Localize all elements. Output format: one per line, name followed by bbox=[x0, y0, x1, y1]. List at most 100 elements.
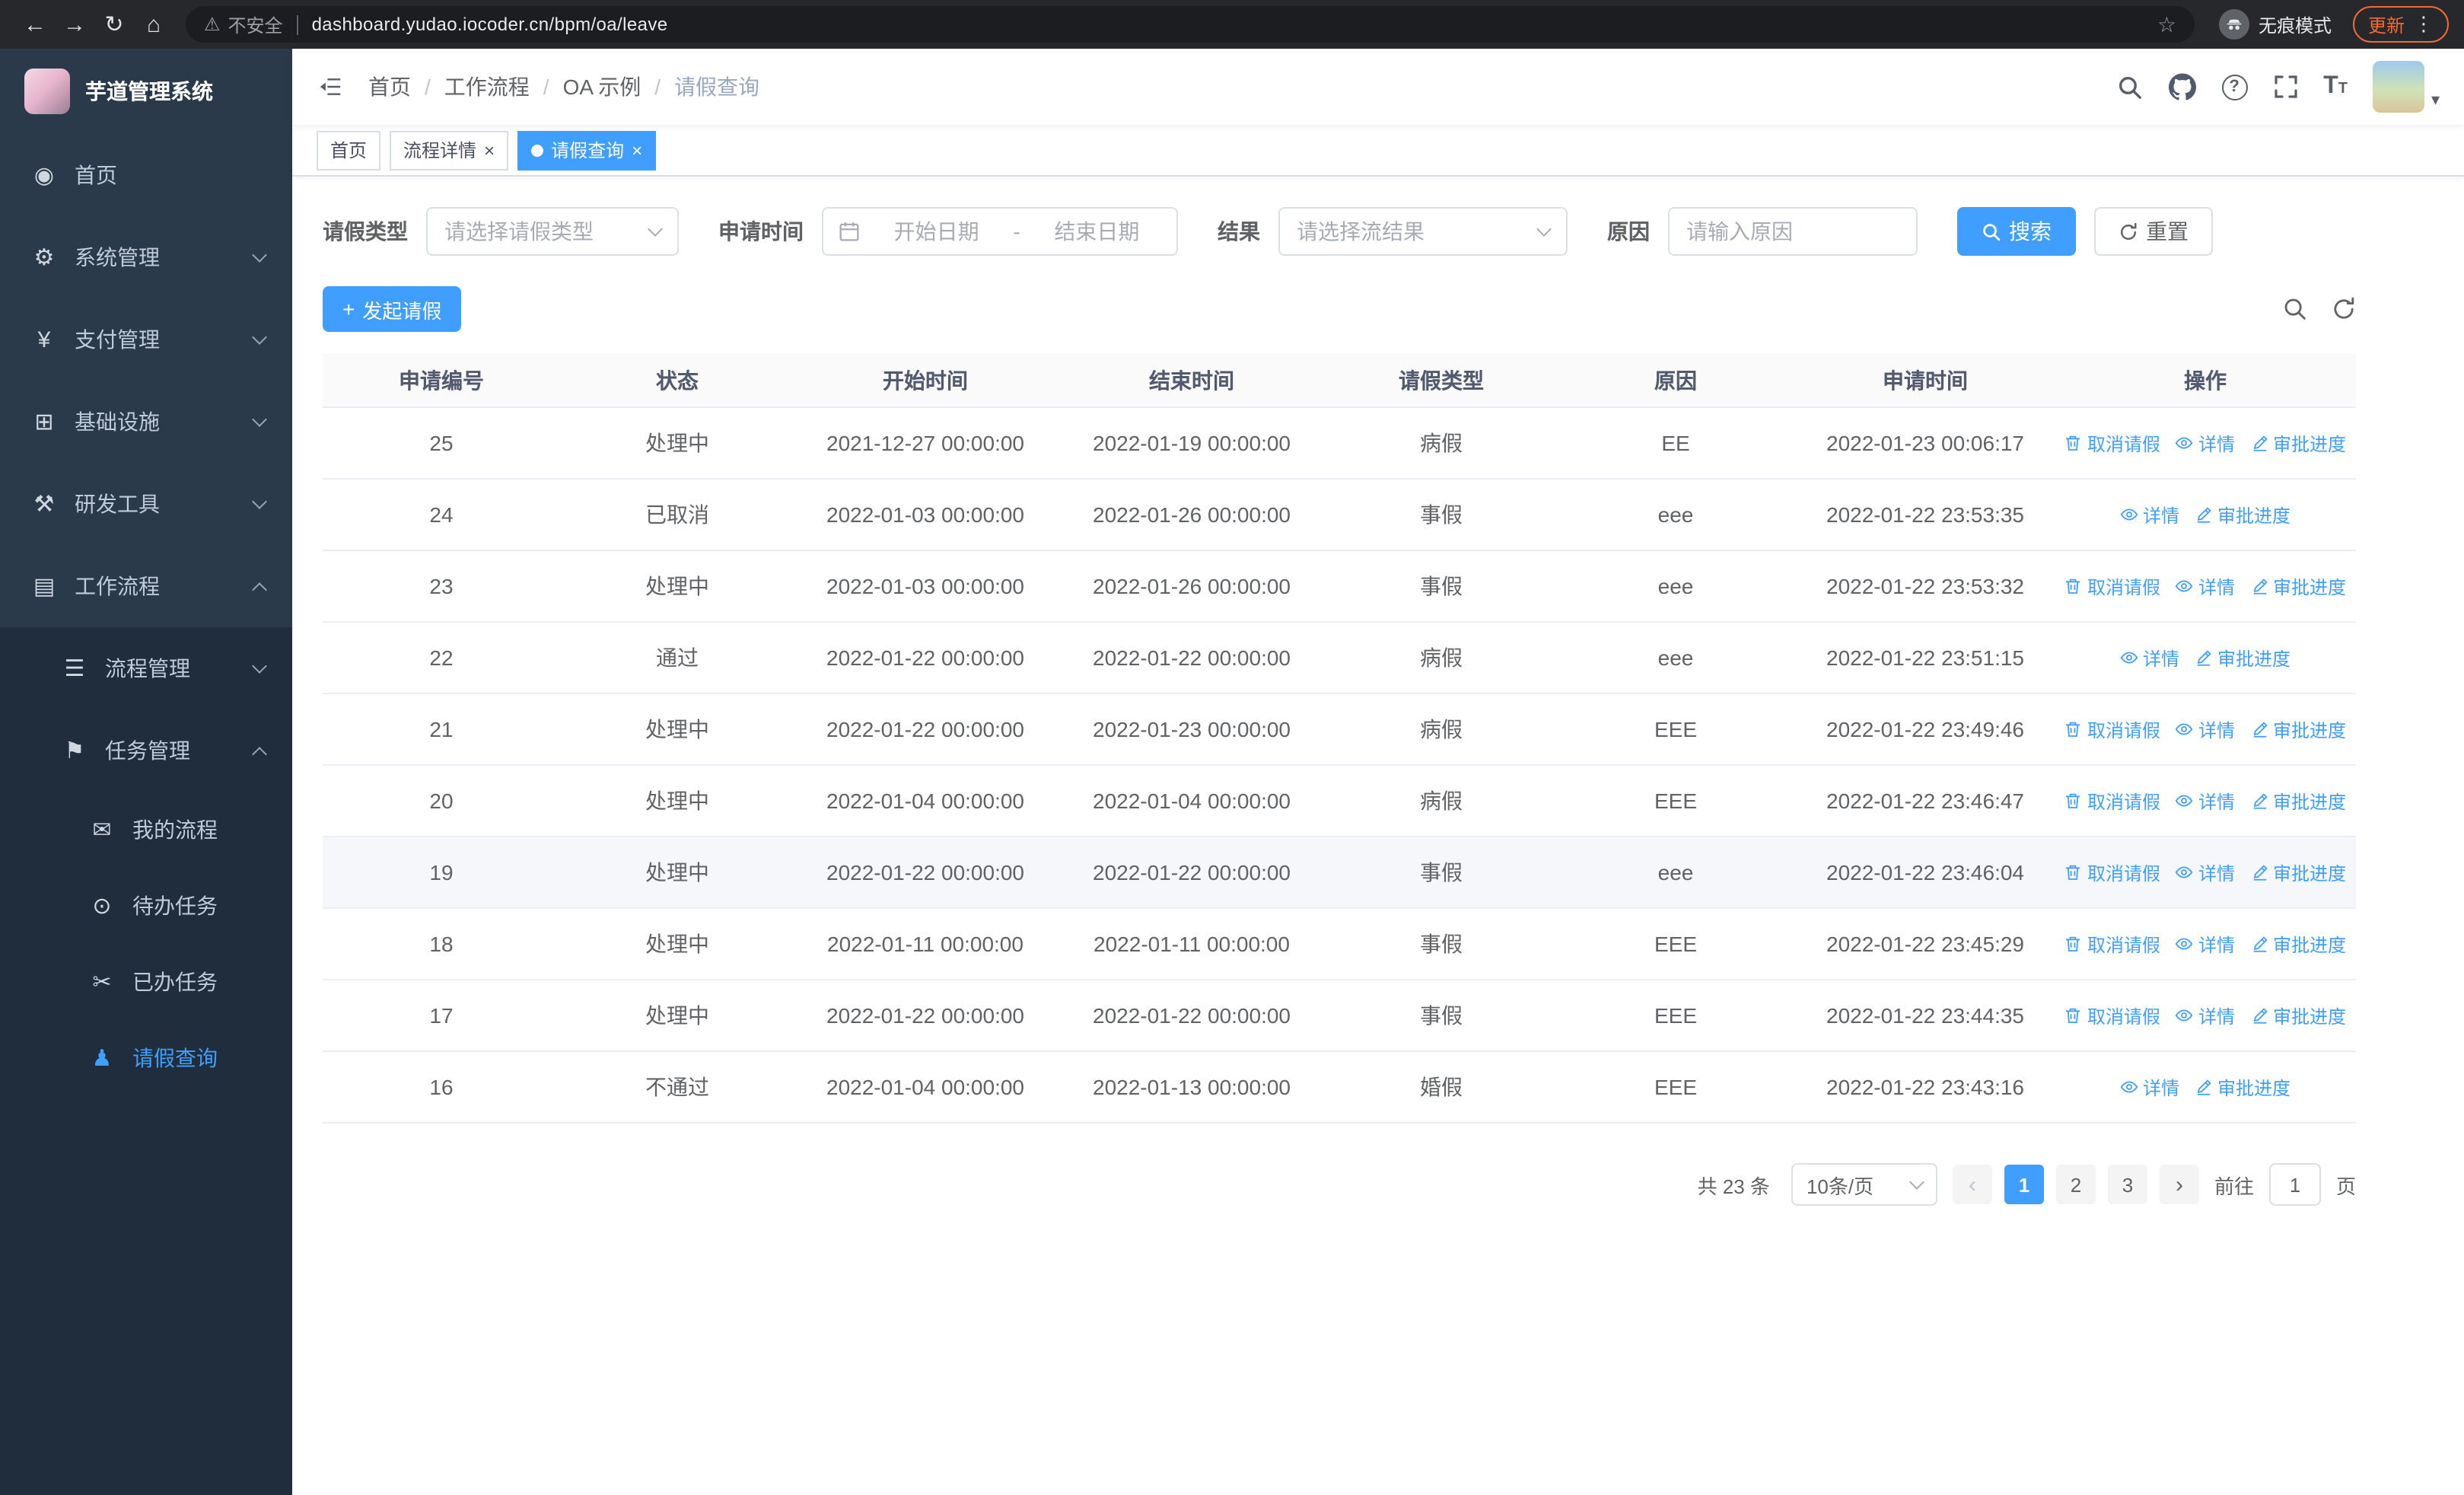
detail-action[interactable]: 详情 bbox=[2120, 1074, 2179, 1100]
result-placeholder: 请选择流结果 bbox=[1297, 219, 1425, 244]
page-size-select[interactable]: 10条/页 bbox=[1791, 1163, 1937, 1206]
action-label: 详情 bbox=[2198, 791, 2235, 812]
cell-reason: EEE bbox=[1654, 1003, 1697, 1028]
sidebar-item-devtools[interactable]: ⚒ 研发工具 bbox=[0, 463, 292, 545]
result-select[interactable]: 请选择流结果 bbox=[1278, 207, 1568, 256]
detail-action[interactable]: 详情 bbox=[2176, 573, 2235, 599]
action-label: 审批进度 bbox=[2217, 505, 2291, 526]
help-icon[interactable]: ? bbox=[2221, 74, 2248, 100]
prev-page-button[interactable]: ‹ bbox=[1952, 1165, 1992, 1204]
progress-action[interactable]: 审批进度 bbox=[2250, 573, 2346, 599]
cell-reason: eee bbox=[1657, 502, 1694, 527]
cell-leave-type: 事假 bbox=[1420, 860, 1463, 885]
sidebar-item-process-mgmt[interactable]: ☰ 流程管理 bbox=[0, 627, 292, 709]
detail-action[interactable]: 详情 bbox=[2176, 788, 2235, 814]
address-bar[interactable]: ⚠ 不安全 dashboard.yudao.iocoder.cn/bpm/oa/… bbox=[186, 6, 2195, 43]
progress-action[interactable]: 审批进度 bbox=[2195, 645, 2291, 671]
progress-action[interactable]: 审批进度 bbox=[2250, 788, 2346, 814]
tab-leave-query[interactable]: 请假查询 × bbox=[517, 130, 657, 170]
cancel-action[interactable]: 取消请假 bbox=[2064, 573, 2160, 599]
cell-actions: 详情 审批进度 bbox=[2055, 502, 2356, 528]
security-chip[interactable]: ⚠ 不安全 bbox=[204, 11, 283, 37]
cell-id: 22 bbox=[429, 645, 454, 670]
sidebar-item-my-process[interactable]: ✉ 我的流程 bbox=[0, 792, 292, 868]
sidebar-item-system[interactable]: ⚙ 系统管理 bbox=[0, 216, 292, 298]
cancel-action[interactable]: 取消请假 bbox=[2064, 1003, 2160, 1028]
sidebar-item-infra[interactable]: ⊞ 基础设施 bbox=[0, 381, 292, 463]
next-page-button[interactable]: › bbox=[2159, 1165, 2199, 1204]
tab-process-detail[interactable]: 流程详情 × bbox=[390, 130, 509, 170]
tab-home[interactable]: 首页 bbox=[317, 130, 381, 170]
page-size-value: 10条/页 bbox=[1806, 1175, 1874, 1197]
app-title: 芋道管理系统 bbox=[85, 79, 213, 104]
cell-actions: 取消请假 详情 审批进度 bbox=[2055, 788, 2356, 814]
detail-action[interactable]: 详情 bbox=[2176, 1003, 2235, 1028]
sidebar-item-label: 首页 bbox=[75, 163, 117, 187]
cancel-action[interactable]: 取消请假 bbox=[2064, 788, 2160, 814]
page-button-2[interactable]: 2 bbox=[2055, 1165, 2096, 1204]
cancel-action[interactable]: 取消请假 bbox=[2064, 931, 2160, 957]
sidebar-item-home[interactable]: ◉ 首页 bbox=[0, 134, 292, 216]
action-label: 详情 bbox=[2142, 505, 2179, 526]
reason-input[interactable] bbox=[1668, 207, 1918, 256]
cell-start-time: 2022-01-22 00:00:00 bbox=[826, 717, 1024, 741]
apply-time-range-picker[interactable]: 开始日期 - 结束日期 bbox=[822, 207, 1178, 256]
search-toggle-icon[interactable] bbox=[2283, 297, 2307, 321]
detail-action[interactable]: 详情 bbox=[2176, 430, 2235, 456]
sidebar-item-payment[interactable]: ¥ 支付管理 bbox=[0, 298, 292, 381]
sidebar-fold-icon[interactable] bbox=[317, 73, 344, 100]
reset-button[interactable]: 重置 bbox=[2094, 207, 2213, 256]
cell-apply-time: 2022-01-22 23:51:15 bbox=[1826, 645, 2024, 670]
reload-icon[interactable]: ↻ bbox=[94, 5, 134, 44]
github-icon[interactable] bbox=[2168, 73, 2196, 100]
back-icon[interactable]: ← bbox=[15, 5, 55, 44]
update-chip[interactable]: 更新 ⋮ bbox=[2352, 6, 2449, 43]
user-menu[interactable]: ▾ bbox=[2373, 61, 2440, 113]
detail-action[interactable]: 详情 bbox=[2176, 931, 2235, 957]
sidebar-item-todo-tasks[interactable]: ⊙ 待办任务 bbox=[0, 868, 292, 944]
page-button-1[interactable]: 1 bbox=[2004, 1165, 2044, 1204]
refresh-table-icon[interactable] bbox=[2332, 297, 2356, 321]
plus-icon: + bbox=[342, 297, 355, 321]
goto-page-input[interactable] bbox=[2268, 1163, 2321, 1206]
tab-label: 流程详情 bbox=[403, 140, 477, 161]
detail-action[interactable]: 详情 bbox=[2120, 645, 2179, 671]
progress-action[interactable]: 审批进度 bbox=[2195, 502, 2291, 528]
leave-type-select[interactable]: 请选择请假类型 bbox=[426, 207, 679, 256]
cancel-action[interactable]: 取消请假 bbox=[2064, 859, 2160, 885]
sidebar-item-task-mgmt[interactable]: ⚑ 任务管理 bbox=[0, 709, 292, 792]
detail-action[interactable]: 详情 bbox=[2176, 716, 2235, 742]
progress-action[interactable]: 审批进度 bbox=[2250, 1003, 2346, 1028]
bookmark-star-icon[interactable]: ☆ bbox=[2157, 11, 2176, 37]
progress-action[interactable]: 审批进度 bbox=[2195, 1074, 2291, 1100]
browser-menu-icon[interactable]: ⋮ bbox=[2414, 12, 2434, 37]
action-label: 审批进度 bbox=[2273, 791, 2347, 812]
font-size-icon[interactable]: TT bbox=[2323, 73, 2348, 100]
breadcrumb-item[interactable]: 工作流程 bbox=[444, 72, 530, 102]
breadcrumb-item[interactable]: OA 示例 bbox=[563, 72, 641, 102]
detail-action[interactable]: 详情 bbox=[2176, 859, 2235, 885]
progress-action[interactable]: 审批进度 bbox=[2250, 931, 2346, 957]
create-leave-button[interactable]: + 发起请假 bbox=[323, 286, 462, 332]
progress-action[interactable]: 审批进度 bbox=[2250, 859, 2346, 885]
cancel-action[interactable]: 取消请假 bbox=[2064, 430, 2160, 456]
close-icon[interactable]: × bbox=[632, 141, 642, 159]
progress-action[interactable]: 审批进度 bbox=[2250, 430, 2346, 456]
progress-action[interactable]: 审批进度 bbox=[2250, 716, 2346, 742]
detail-action[interactable]: 详情 bbox=[2120, 502, 2179, 528]
sidebar-item-done-tasks[interactable]: ✂ 已办任务 bbox=[0, 944, 292, 1020]
cell-leave-type: 婚假 bbox=[1420, 1075, 1463, 1099]
warning-icon: ⚠ bbox=[204, 14, 221, 35]
home-icon[interactable]: ⌂ bbox=[134, 5, 173, 44]
sidebar-item-leave-query[interactable]: ♟ 请假查询 bbox=[0, 1020, 292, 1096]
search-icon[interactable] bbox=[2116, 74, 2142, 100]
search-button[interactable]: 搜索 bbox=[1957, 207, 2076, 256]
forward-icon[interactable]: → bbox=[55, 5, 94, 44]
app-logo[interactable]: 芋道管理系统 bbox=[0, 49, 292, 134]
fullscreen-icon[interactable] bbox=[2273, 75, 2297, 99]
cancel-action[interactable]: 取消请假 bbox=[2064, 716, 2160, 742]
breadcrumb-item[interactable]: 首页 bbox=[368, 72, 411, 102]
sidebar-item-workflow[interactable]: ▤ 工作流程 bbox=[0, 545, 292, 627]
close-icon[interactable]: × bbox=[484, 141, 495, 159]
page-button-3[interactable]: 3 bbox=[2107, 1165, 2147, 1204]
